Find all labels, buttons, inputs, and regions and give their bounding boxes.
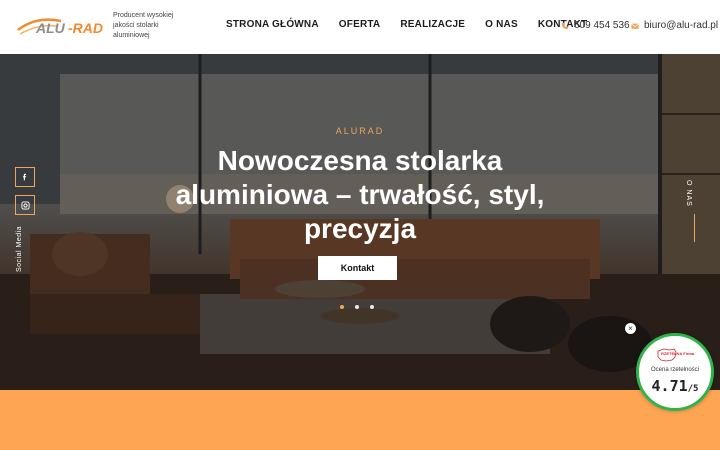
nav-item-about[interactable]: O NAS bbox=[485, 19, 518, 30]
slider-dot-3[interactable] bbox=[370, 305, 374, 309]
nav-item-home[interactable]: STRONA GŁÓWNA bbox=[226, 19, 319, 30]
svg-text:ALU: ALU bbox=[35, 20, 66, 36]
orange-section-band bbox=[0, 390, 720, 450]
email-address: biuro@alu-rad.pl bbox=[644, 20, 719, 31]
badge-label: Ocena rzetelności bbox=[650, 367, 700, 373]
slider-dots bbox=[340, 305, 374, 309]
hero-slider: ALURAD Nowoczesna stolarka aluminiowa – … bbox=[0, 54, 720, 390]
rzetelna-firma-badge[interactable]: RZETELNA Firma Ocena rzetelności 4.71/5 bbox=[636, 333, 714, 411]
badge-brand: RZETELNA Firma bbox=[661, 351, 695, 356]
badge-score-value: 4.71 bbox=[651, 377, 688, 395]
nav-item-offer[interactable]: OFERTA bbox=[339, 19, 381, 30]
phone-number: 609 454 536 bbox=[574, 20, 630, 31]
slider-dot-1[interactable] bbox=[340, 305, 344, 309]
alurad-logo[interactable]: ALU -RAD bbox=[16, 12, 114, 42]
nav-item-realizations[interactable]: REALIZACJE bbox=[400, 19, 465, 30]
badge-close-button[interactable]: × bbox=[625, 323, 636, 334]
social-media-label: Social Media bbox=[16, 225, 23, 272]
badge-score: 4.71/5 bbox=[639, 376, 711, 395]
email-link[interactable]: biuro@alu-rad.pl bbox=[631, 20, 718, 31]
phone-icon bbox=[561, 22, 569, 29]
main-nav: STRONA GŁÓWNA OFERTA REALIZACJE O NAS KO… bbox=[226, 19, 607, 30]
site-header: ALU -RAD Producent wysokiej jakości stol… bbox=[0, 0, 720, 54]
hero-eyebrow: ALURAD bbox=[335, 126, 385, 136]
slider-dot-2[interactable] bbox=[355, 305, 359, 309]
facebook-button[interactable] bbox=[15, 167, 35, 187]
hero-headline: Nowoczesna stolarka aluminiowa – trwałoś… bbox=[175, 145, 545, 244]
about-side-line bbox=[694, 214, 695, 242]
instagram-icon bbox=[20, 200, 30, 210]
facebook-icon bbox=[23, 173, 27, 181]
instagram-button[interactable] bbox=[15, 195, 35, 215]
phone-link[interactable]: 609 454 536 bbox=[561, 20, 630, 31]
mail-icon bbox=[631, 22, 639, 29]
svg-text:-RAD: -RAD bbox=[68, 20, 103, 36]
about-side-link[interactable]: O NAS bbox=[685, 180, 692, 207]
logo-tagline: Producent wysokiej jakości stolarki alum… bbox=[113, 12, 174, 39]
contact-button[interactable]: Kontakt bbox=[318, 256, 397, 280]
badge-score-scale: /5 bbox=[687, 384, 699, 394]
